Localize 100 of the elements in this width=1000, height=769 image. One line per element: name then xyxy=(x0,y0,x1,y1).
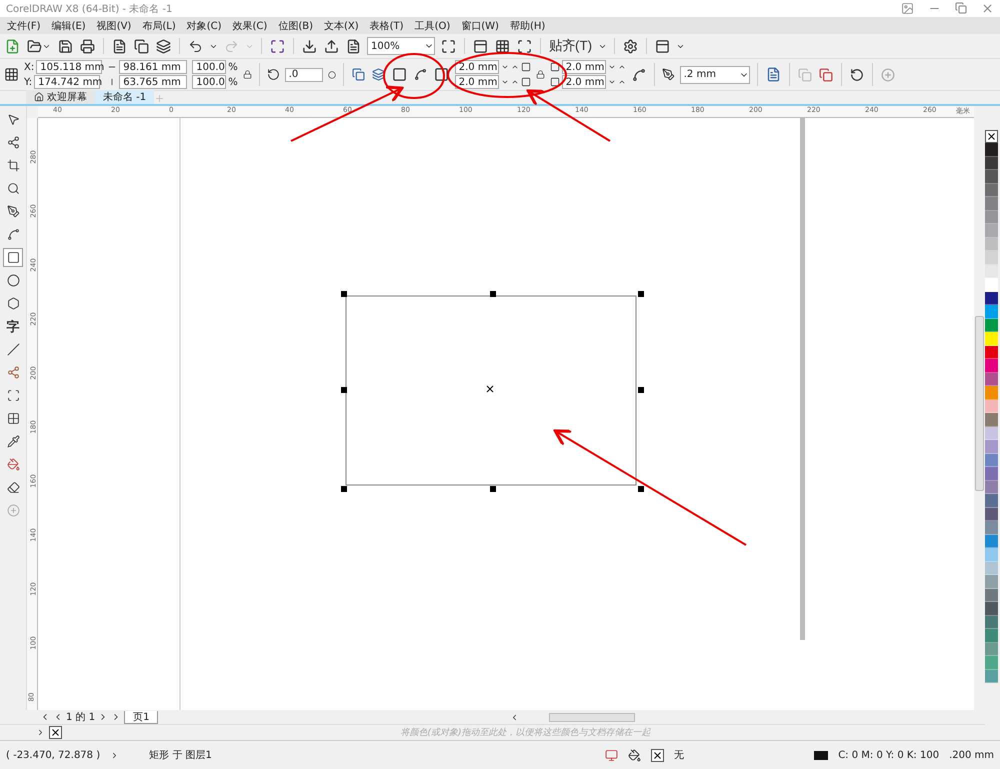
menu-item[interactable]: 编辑(E) xyxy=(48,18,94,32)
color-swatch[interactable] xyxy=(985,197,998,210)
color-swatch[interactable] xyxy=(985,440,998,454)
grid-button[interactable] xyxy=(494,38,511,54)
color-swatch[interactable] xyxy=(985,184,998,197)
new-document-button[interactable] xyxy=(4,38,21,54)
launch-button[interactable] xyxy=(654,38,672,54)
line-icon xyxy=(6,343,20,356)
open-button[interactable] xyxy=(26,38,52,54)
document-tab[interactable]: 未命名 -1 xyxy=(95,90,154,104)
color-swatch[interactable] xyxy=(985,670,998,683)
document-tab[interactable]: 欢迎屏幕 xyxy=(26,90,95,104)
color-swatch[interactable] xyxy=(985,318,998,332)
color-swatch[interactable] xyxy=(985,494,998,508)
menu-item[interactable]: 工具(O) xyxy=(412,18,458,32)
menu-item[interactable]: 窗口(W) xyxy=(458,18,507,32)
menu-item[interactable]: 表格(T) xyxy=(366,18,412,32)
no-color-swatch[interactable] xyxy=(49,726,62,739)
color-swatch[interactable] xyxy=(985,400,998,413)
scalloped-corner-button[interactable] xyxy=(412,67,428,82)
color-swatch[interactable] xyxy=(985,170,998,184)
color-swatch[interactable] xyxy=(985,534,998,548)
no-color-swatch[interactable] xyxy=(985,130,998,143)
add-button[interactable] xyxy=(880,66,896,82)
restore-button[interactable] xyxy=(955,2,967,14)
text-tool[interactable]: 字 xyxy=(3,317,23,336)
page-tab[interactable]: 页1 xyxy=(124,710,158,724)
export-button[interactable] xyxy=(323,38,340,54)
color-swatch[interactable] xyxy=(985,332,998,346)
color-swatch[interactable] xyxy=(985,346,998,359)
corner-radius-field[interactable]: 2.0 mm xyxy=(562,75,606,89)
outline-width-combo[interactable]: .2 mm xyxy=(680,66,750,84)
scale-y-field[interactable]: 100.0 xyxy=(192,75,226,89)
fill-swatch[interactable] xyxy=(651,748,664,762)
color-swatch[interactable] xyxy=(985,508,998,521)
color-swatch[interactable] xyxy=(985,454,998,467)
x-field[interactable]: 105.118 mm xyxy=(36,60,102,74)
rotation-field[interactable]: .0 xyxy=(284,68,323,82)
color-swatch[interactable] xyxy=(985,575,998,588)
corner-radius-field[interactable]: 2.0 mm xyxy=(454,60,499,74)
color-swatch[interactable] xyxy=(985,656,998,670)
y-field[interactable]: 174.742 mm xyxy=(34,75,100,89)
color-swatch[interactable] xyxy=(985,264,998,278)
full-screen-button[interactable] xyxy=(440,38,457,54)
menu-item[interactable]: 布局(L) xyxy=(139,18,184,32)
menu-item[interactable]: 对象(C) xyxy=(184,18,230,32)
color-swatch[interactable] xyxy=(985,426,998,440)
color-swatch[interactable] xyxy=(985,292,998,305)
color-swatch[interactable] xyxy=(985,372,998,386)
color-swatch[interactable] xyxy=(985,224,998,238)
color-swatch[interactable] xyxy=(985,521,998,534)
annotation-circle xyxy=(383,53,445,99)
menu-item[interactable]: 视图(V) xyxy=(94,18,140,32)
rulers-button[interactable] xyxy=(472,38,489,54)
rectangle-shape[interactable] xyxy=(341,291,644,492)
height-field[interactable]: 63.765 mm xyxy=(119,75,188,89)
color-swatch[interactable] xyxy=(985,588,998,602)
relative-corner-button[interactable] xyxy=(630,66,647,82)
rotate-icon xyxy=(266,68,280,81)
corner-radius-field[interactable]: 2.0 mm xyxy=(562,60,606,74)
color-swatch[interactable] xyxy=(985,562,998,575)
color-swatch[interactable] xyxy=(985,467,998,480)
zoom-combo[interactable]: 100% xyxy=(367,37,435,55)
color-swatch[interactable] xyxy=(985,548,998,562)
width-field[interactable]: 98.161 mm xyxy=(119,60,188,74)
color-swatch[interactable] xyxy=(985,480,998,494)
rectangle-tool[interactable] xyxy=(3,248,23,267)
menu-item[interactable]: 帮助(H) xyxy=(506,18,554,32)
settings-button[interactable] xyxy=(622,38,640,54)
color-swatch[interactable] xyxy=(985,602,998,616)
color-swatch[interactable] xyxy=(985,642,998,656)
print-button[interactable] xyxy=(79,38,96,54)
color-swatch[interactable] xyxy=(985,143,998,156)
color-swatch[interactable] xyxy=(985,359,998,372)
close-button[interactable] xyxy=(981,2,994,15)
corner-icon xyxy=(520,62,531,72)
color-swatch[interactable] xyxy=(985,210,998,224)
menu-item[interactable]: 文本(X) xyxy=(320,18,367,32)
menu-item[interactable]: 效果(C) xyxy=(230,18,276,32)
snap-button[interactable]: 贴齐(T) xyxy=(548,36,594,56)
scale-x-field[interactable]: 100.0 xyxy=(192,60,226,74)
color-swatch[interactable] xyxy=(985,386,998,400)
import-button[interactable] xyxy=(301,38,318,54)
color-swatch[interactable] xyxy=(985,238,998,251)
pdf-button[interactable] xyxy=(345,38,362,54)
color-swatch[interactable] xyxy=(985,278,998,292)
page-count: 1 的 1 xyxy=(66,711,96,724)
menu-item[interactable]: 文件(F) xyxy=(4,18,49,32)
color-swatch[interactable] xyxy=(985,413,998,426)
copy-button[interactable] xyxy=(133,38,150,54)
round-corner-button[interactable] xyxy=(390,66,408,83)
color-swatch[interactable] xyxy=(985,156,998,170)
color-swatch[interactable] xyxy=(985,616,998,629)
color-swatch[interactable] xyxy=(985,251,998,264)
mirror-button[interactable] xyxy=(350,67,366,82)
color-swatch[interactable] xyxy=(985,629,998,642)
corner-radius-field[interactable]: 2.0 mm xyxy=(454,75,499,89)
color-swatch[interactable] xyxy=(985,305,998,318)
save-button[interactable] xyxy=(57,38,74,54)
menu-item[interactable]: 位图(B) xyxy=(275,18,321,32)
